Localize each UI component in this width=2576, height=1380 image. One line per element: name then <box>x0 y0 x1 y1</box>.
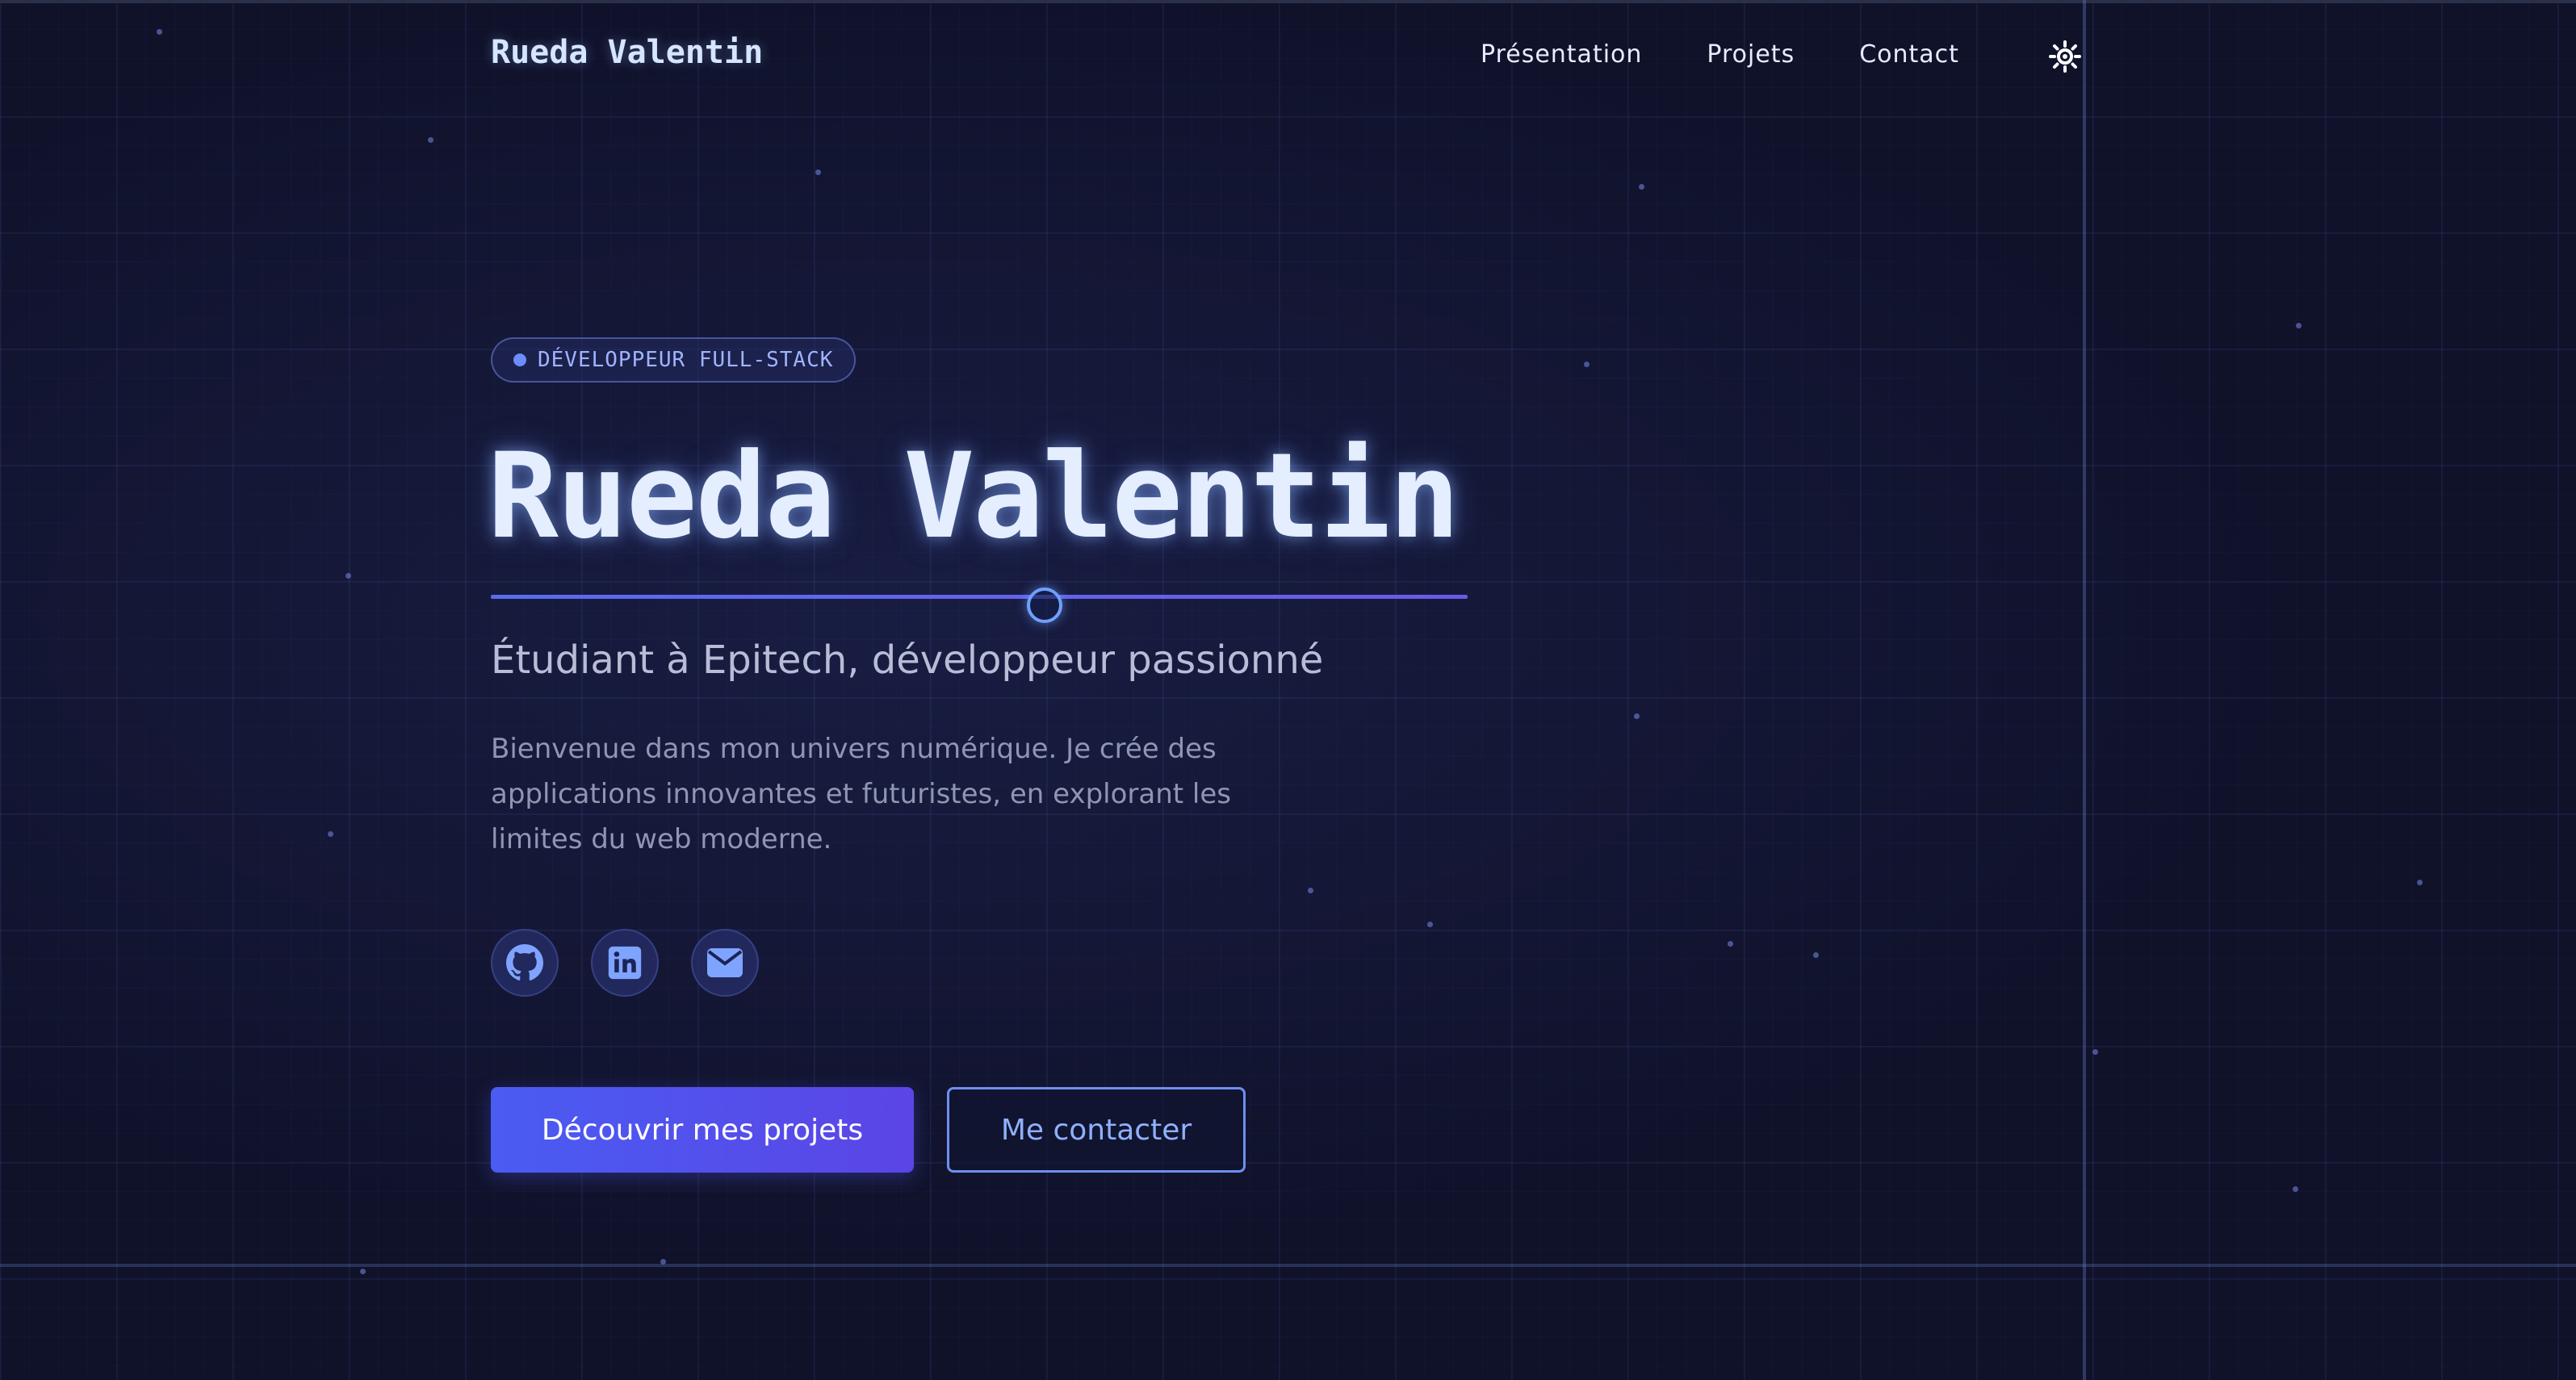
cursor-icon <box>1027 588 1062 623</box>
badge-label: DÉVELOPPEUR FULL-STACK <box>538 348 834 372</box>
hero-intro: Bienvenue dans mon univers numérique. Je… <box>491 733 1231 855</box>
email-link[interactable] <box>691 929 759 997</box>
theme-toggle-button[interactable] <box>2049 40 2081 73</box>
role-badge: DÉVELOPPEUR FULL-STACK <box>491 337 856 383</box>
email-icon <box>707 948 743 977</box>
nav-link-presentation[interactable]: Présentation <box>1481 40 1642 69</box>
contact-me-button[interactable]: Me contacter <box>947 1087 1246 1173</box>
nav-link-projets[interactable]: Projets <box>1707 40 1795 69</box>
vertical-accent-line <box>2083 0 2086 1380</box>
top-edge-divider <box>0 0 2576 3</box>
hero-subtitle: Étudiant à Epitech, développeur passionn… <box>491 638 1324 683</box>
title-underline <box>491 595 1468 599</box>
page: Rueda Valentin Présentation Projets Cont… <box>0 0 2576 1380</box>
discover-projects-button[interactable]: Découvrir mes projets <box>491 1087 914 1173</box>
background-grid <box>0 0 2576 1380</box>
github-link[interactable] <box>491 929 559 997</box>
main-nav: Présentation Projets Contact <box>1481 40 2024 69</box>
horizontal-accent-line <box>0 1264 2576 1267</box>
linkedin-link[interactable] <box>591 929 659 997</box>
github-icon <box>506 944 543 981</box>
site-logo[interactable]: Rueda Valentin <box>491 34 763 71</box>
sun-icon <box>2049 40 2081 73</box>
hero-title: Rueda Valentin <box>488 428 1460 565</box>
linkedin-icon <box>608 946 642 980</box>
social-links <box>491 929 791 997</box>
badge-dot <box>513 353 526 366</box>
nav-link-contact[interactable]: Contact <box>1859 40 1959 69</box>
